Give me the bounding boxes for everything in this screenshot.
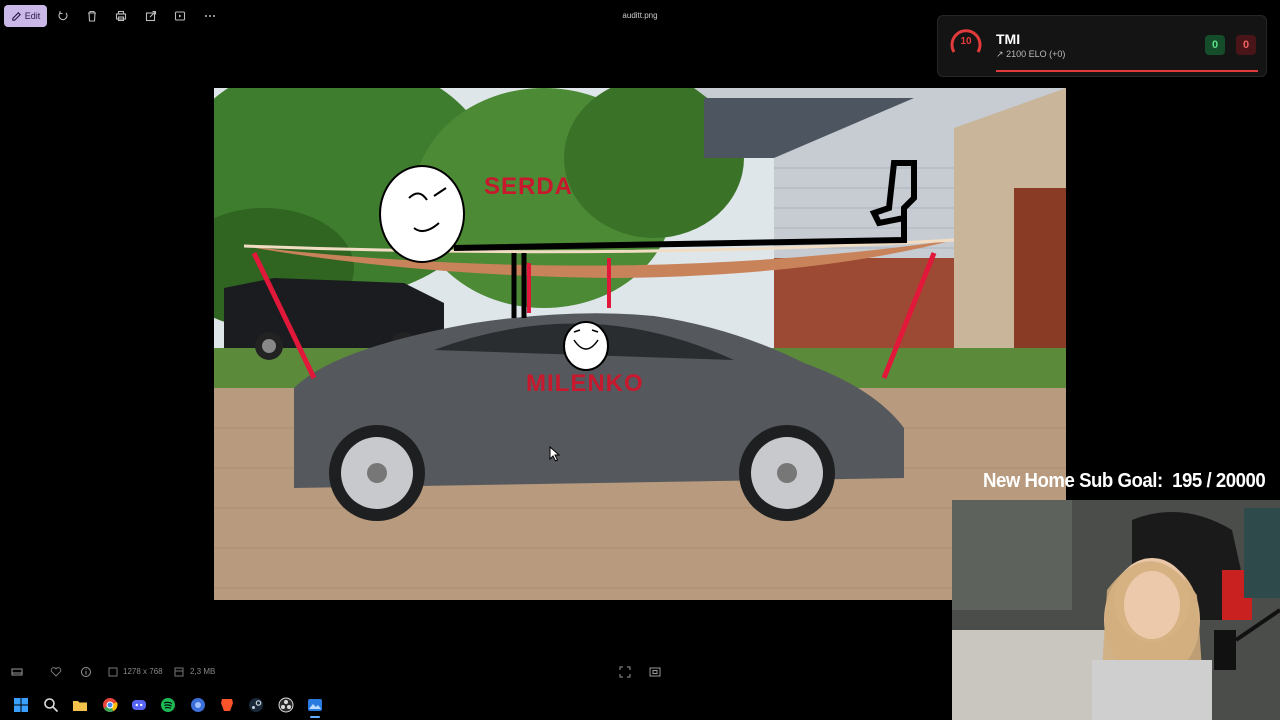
delete-button[interactable]: [83, 7, 101, 25]
trend-icon: ↗: [996, 49, 1004, 59]
photos-button[interactable]: [305, 695, 325, 718]
edit-label: Edit: [24, 11, 41, 21]
app-icon: [191, 698, 205, 712]
rotate-button[interactable]: [54, 7, 72, 25]
mouse-cursor-icon: [549, 446, 561, 462]
file-explorer-icon: [73, 701, 87, 711]
delete-icon: [88, 10, 96, 22]
share-icon: [145, 10, 157, 22]
stats-widget: 10 TMI ↗ 2100 ELO (+0) 0 0: [937, 15, 1267, 77]
chrome-button[interactable]: [100, 695, 120, 715]
slideshow-icon: [174, 11, 186, 21]
obs-icon: [278, 697, 294, 713]
elo-progress-bar: [996, 70, 1258, 72]
photo-canvas[interactable]: SERDA MILENKO: [214, 88, 1066, 600]
brave-icon: [221, 699, 233, 711]
more-icon: [205, 15, 215, 17]
discord-button[interactable]: [129, 695, 149, 715]
edit-button[interactable]: Edit: [4, 5, 47, 27]
sub-goal-label: New Home Sub Goal:: [983, 470, 1163, 492]
webcam-feed: [952, 500, 1280, 720]
spotify-button[interactable]: [158, 695, 178, 715]
sub-goal-text: New Home Sub Goal: 195 / 20000: [983, 470, 1266, 498]
losses-count: 0: [1236, 35, 1256, 55]
chrome-icon: [103, 698, 118, 712]
file-size-icon: [174, 667, 184, 677]
edited-photo: [214, 88, 1066, 600]
brave-button[interactable]: [217, 695, 237, 715]
filmstrip-icon[interactable]: [11, 666, 23, 678]
file-explorer-button[interactable]: [70, 695, 90, 715]
share-button[interactable]: [142, 7, 160, 25]
sub-goal-value: 195 / 20000: [1172, 470, 1266, 492]
actual-size-icon[interactable]: [649, 666, 661, 678]
webcam-image: [952, 500, 1280, 720]
rank-level: 10: [960, 36, 972, 47]
player-elo-text: 2100 ELO (+0): [1006, 49, 1066, 59]
discord-icon: [132, 700, 146, 710]
print-icon: [115, 10, 127, 22]
serda-label: SERDA: [484, 173, 574, 200]
elo-progress-fill: [996, 70, 1258, 72]
steam-button[interactable]: [246, 695, 266, 715]
image-dimensions: 1278 x 768: [123, 667, 163, 676]
taskbar: [0, 690, 952, 720]
search-icon: [44, 698, 59, 713]
steam-icon: [249, 698, 263, 712]
photos-icon: [308, 699, 322, 711]
print-button[interactable]: [112, 7, 130, 25]
windows-start-button[interactable]: [11, 695, 31, 715]
milenko-label: MILENKO: [526, 370, 644, 397]
app-button[interactable]: [188, 695, 208, 715]
file-title: auditt.png: [622, 11, 658, 20]
obs-button[interactable]: [276, 695, 296, 715]
windows-start-icon: [14, 698, 28, 712]
favorite-icon[interactable]: [50, 666, 62, 678]
player-elo: ↗ 2100 ELO (+0): [996, 49, 1065, 60]
rotate-icon: [58, 11, 68, 21]
image-file-size: 2,3 MB: [190, 667, 216, 676]
more-button[interactable]: [201, 7, 219, 25]
dimensions-icon: [108, 667, 118, 677]
fit-to-window-icon[interactable]: [619, 666, 631, 678]
taskbar-search-button[interactable]: [41, 695, 61, 715]
slideshow-button[interactable]: [171, 7, 189, 25]
spotify-icon: [161, 698, 175, 712]
edit-icon: [12, 11, 21, 21]
player-name: TMI: [996, 31, 1021, 47]
wins-count: 0: [1205, 35, 1225, 55]
info-icon[interactable]: [80, 666, 92, 678]
